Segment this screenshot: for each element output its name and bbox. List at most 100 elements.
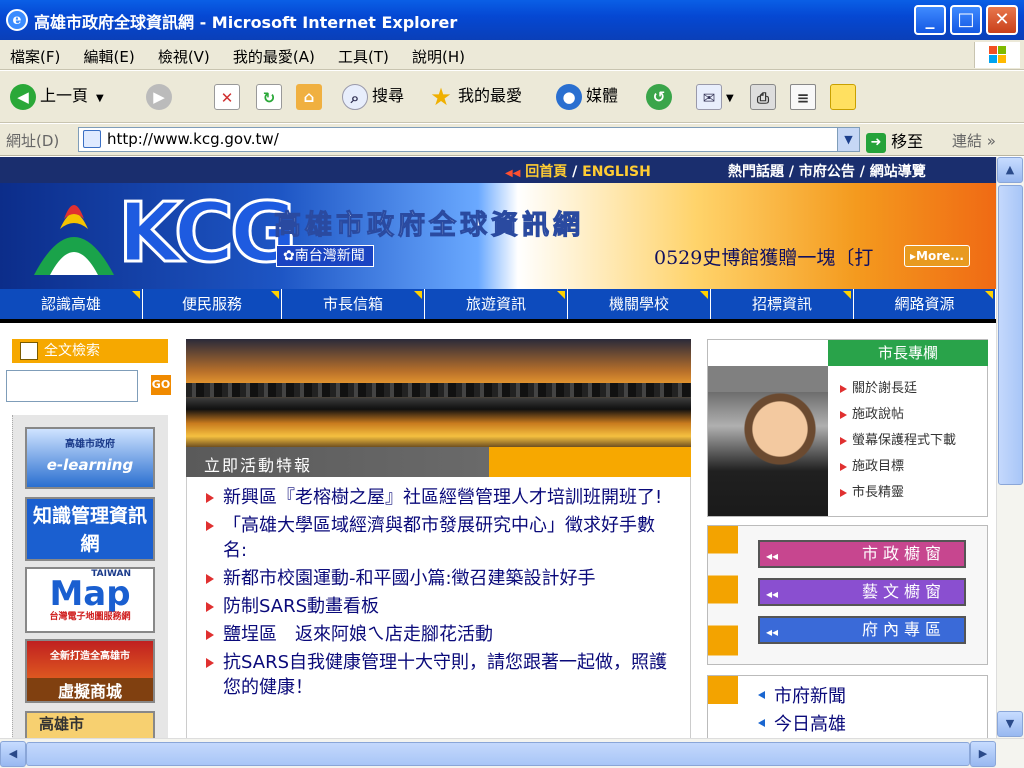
minimize-button[interactable]: _ (914, 5, 946, 35)
virtual-mall-link[interactable]: 全新打造全高雄市 虛擬商城 (25, 639, 155, 703)
forward-arrow-icon: ▶ (146, 83, 172, 110)
magnifier-icon: ⌕ (342, 83, 368, 110)
media-globe-icon: ● (556, 83, 582, 110)
close-button[interactable]: ✕ (986, 5, 1018, 35)
map-wordmark: Map (49, 574, 131, 614)
mall-text: 虛擬商城 (27, 678, 153, 701)
menu-favorites[interactable]: 我的最愛(A) (223, 40, 324, 67)
mayor-photo (708, 366, 828, 516)
refresh-button[interactable]: ↻ (256, 81, 286, 111)
star-icon: ★ (430, 82, 452, 111)
activity-item[interactable]: 新興區『老榕樹之屋』社區經營管理人才培訓班開班了! (206, 485, 670, 510)
media-button[interactable]: ● 媒體 (556, 81, 618, 111)
vertical-scroll-thumb[interactable] (998, 185, 1023, 485)
forward-button[interactable]: ▶ (146, 81, 176, 111)
mayor-column: 市長專欄 關於謝長廷 施政說帖 螢幕保護程式下載 施政目標 市長精靈 (707, 339, 988, 517)
go-arrow-icon: ➜ (866, 132, 886, 153)
today-kaohsiung-link[interactable]: 今日高雄 (758, 710, 846, 736)
city-news-link[interactable]: 市府新聞 (758, 682, 846, 708)
page-icon (83, 130, 101, 148)
standard-toolbar: ◀ 上一頁 ▼ ▶ ✕ ↻ ⌂ ⌕ 搜尋 ★ 我的最愛 ● 媒體 ↺ ✉ ▼ ⎙ ≡ (0, 71, 1024, 123)
scroll-right-button[interactable]: ▶ (970, 741, 996, 767)
kaohsiung-city-link[interactable]: 高雄市 (25, 711, 155, 738)
home-button[interactable]: ⌂ (296, 81, 326, 111)
menu-tools[interactable]: 工具(T) (328, 40, 398, 67)
art-window-button[interactable]: ◂◂ 藝文櫥窗 (758, 578, 966, 606)
window-title: 高雄市政府全球資訊網 - Microsoft Internet Explorer (34, 13, 458, 32)
maximize-button[interactable]: □ (950, 5, 982, 35)
orange-side-bar (708, 526, 738, 664)
gov-window-label: 市政櫥窗 (861, 544, 946, 563)
history-icon: ↺ (646, 83, 672, 110)
mail-icon: ✉ (696, 83, 722, 110)
knowledge-management-link[interactable]: 知識管理資訊網 (25, 497, 155, 561)
stop-icon: ✕ (214, 83, 240, 110)
horizontal-scroll-thumb[interactable] (26, 742, 970, 766)
go-button[interactable]: ➜ 移至 (866, 128, 923, 153)
search-title-label: 全文檢索 (44, 343, 100, 359)
menu-view[interactable]: 檢視(V) (148, 40, 219, 67)
address-label: 網址(D) (6, 132, 60, 150)
orange-side-bar (708, 676, 738, 738)
messenger-button[interactable] (830, 81, 860, 111)
activity-item[interactable]: 防制SARS動畫看板 (206, 594, 670, 619)
taiwan-map-link[interactable]: TAIWAN Map 台灣電子地圖服務網 (25, 567, 155, 633)
back-arrow-icon: ◀ (10, 83, 36, 110)
activity-item[interactable]: 「高雄大學區域經濟與都市發展研究中心」徵求好手數名: (206, 513, 670, 563)
internal-zone-button[interactable]: ◂◂ 府內專區 (758, 616, 966, 644)
home-icon: ⌂ (296, 83, 322, 110)
menu-file[interactable]: 檔案(F) (0, 40, 69, 67)
activity-item[interactable]: 抗SARS自我健康管理十大守則，請您跟著一起做，照護您的健康！ (206, 650, 670, 700)
gov-window-button[interactable]: ◂◂ 市政櫥窗 (758, 540, 966, 568)
back-button[interactable]: ◀ 上一頁 ▼ (10, 81, 104, 111)
activity-title: 立即活動特報 (204, 456, 313, 475)
elearning-top-text: 高雄市政府 (65, 439, 115, 450)
menu-edit[interactable]: 編輯(E) (73, 40, 143, 67)
print-button[interactable]: ⎙ (750, 81, 780, 111)
go-label: 移至 (891, 132, 924, 151)
internal-zone-label: 府內專區 (861, 620, 946, 639)
mayor-column-title: 市長專欄 (828, 340, 988, 366)
activity-item[interactable]: 鹽埕區 返來阿娘ㄟ店走腳花活動 (206, 622, 670, 647)
mayor-link[interactable]: 市長精靈 (840, 480, 956, 506)
elearning-link[interactable]: 高雄市政府 e-learning (25, 427, 155, 489)
page-body: 全文檢索 GO 高雄市政府 e-learning 知識管理資訊網 TAIWAN … (0, 157, 996, 738)
mayor-link[interactable]: 施政說帖 (840, 402, 956, 428)
scroll-up-button[interactable]: ▲ (997, 157, 1023, 183)
mayor-link[interactable]: 關於謝長廷 (840, 376, 956, 402)
full-text-search-title: 全文檢索 (12, 339, 168, 363)
search-doc-icon (20, 342, 38, 360)
horizontal-scrollbar[interactable]: ◀ ▶ (0, 738, 1024, 768)
full-text-search-input[interactable] (6, 370, 138, 402)
back-label: 上一頁 (40, 86, 89, 105)
scroll-left-button[interactable]: ◀ (0, 741, 26, 767)
refresh-icon: ↻ (256, 83, 282, 110)
search-button[interactable]: ⌕ 搜尋 (342, 81, 404, 111)
edit-button[interactable]: ≡ (790, 81, 820, 111)
scroll-down-button[interactable]: ▼ (997, 711, 1023, 737)
favorites-button[interactable]: ★ 我的最愛 (428, 81, 522, 111)
vertical-scrollbar[interactable]: ▲ ▼ (996, 157, 1024, 738)
mail-dropdown-icon[interactable]: ▼ (726, 93, 734, 104)
address-input[interactable]: http://www.kcg.gov.tw/ ▼ (78, 127, 860, 152)
links-button[interactable]: 連結 » (952, 130, 996, 151)
activity-list: 新興區『老榕樹之屋』社區經營管理人才培訓班開班了! 「高雄大學區域經濟與都市發展… (186, 477, 691, 738)
media-label: 媒體 (586, 86, 619, 105)
activity-item[interactable]: 新都市校園運動-和平國小篇:徵召建築設計好手 (206, 566, 670, 591)
menu-help[interactable]: 說明(H) (402, 40, 474, 67)
double-left-arrow-icon: ◂◂ (766, 587, 779, 601)
address-dropdown-icon[interactable]: ▼ (837, 128, 859, 151)
elearning-text: e-learning (46, 456, 134, 474)
window-buttons-panel: ◂◂ 市政櫥窗 ◂◂ 藝文櫥窗 ◂◂ 府內專區 (707, 525, 988, 665)
history-button[interactable]: ↺ (646, 81, 676, 111)
note-icon (830, 83, 856, 110)
window-title-bar[interactable]: e 高雄市政府全球資訊網 - Microsoft Internet Explor… (0, 0, 1024, 40)
mayor-link[interactable]: 螢幕保護程式下載 (840, 428, 956, 454)
mail-button[interactable]: ✉ ▼ (696, 81, 734, 111)
mayor-link[interactable]: 施政目標 (840, 454, 956, 480)
stop-button[interactable]: ✕ (214, 81, 244, 111)
mall-top-text: 全新打造全高雄市 (50, 651, 130, 662)
city-news-panel: 市府新聞 今日高雄 (707, 675, 988, 738)
search-go-button[interactable]: GO (151, 375, 171, 395)
back-dropdown-icon[interactable]: ▼ (96, 93, 104, 104)
